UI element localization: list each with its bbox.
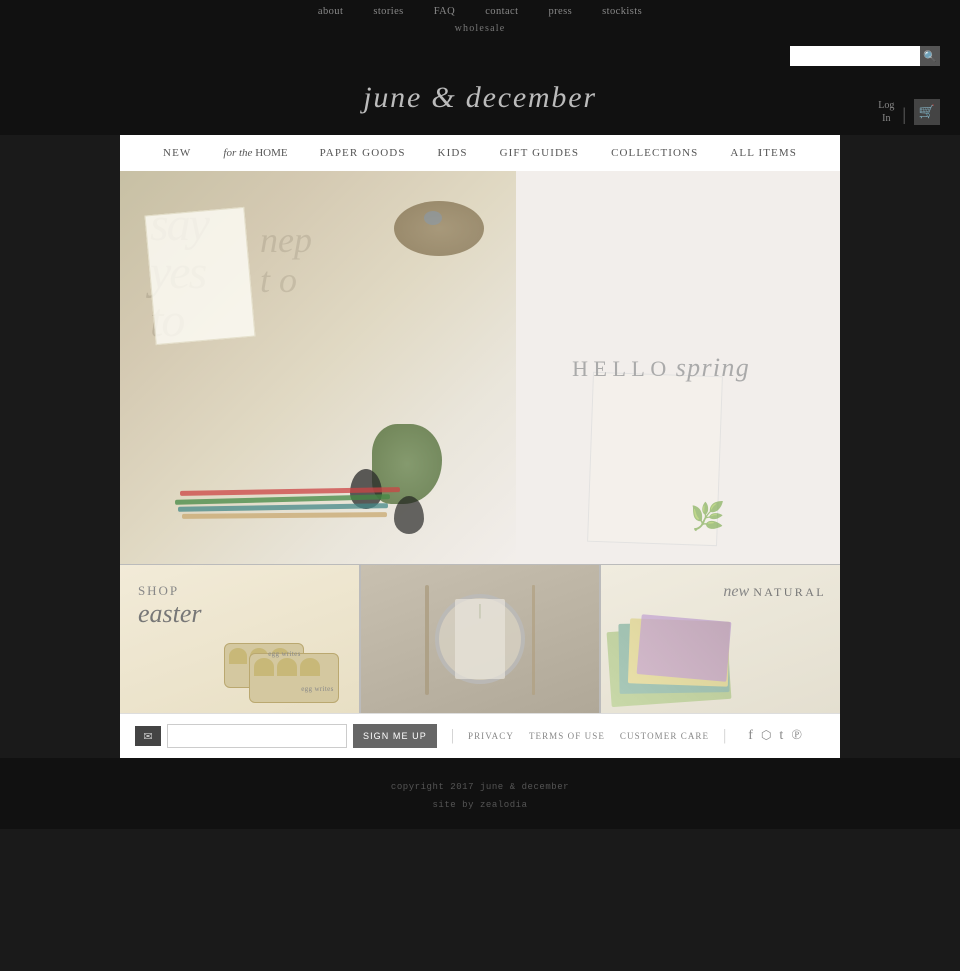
top-nav-faq[interactable]: FAQ (419, 6, 471, 17)
nav-new[interactable]: NEW (147, 147, 207, 159)
top-nav-about[interactable]: about (303, 6, 358, 17)
pinterest-icon[interactable]: ℗ (791, 728, 802, 744)
hero-wrapper: sayyesto nept o 🌿 HELLO spring (0, 171, 960, 564)
login-link[interactable]: LogIn (878, 99, 894, 125)
bird-nest-deco (394, 201, 484, 256)
facebook-icon[interactable]: f (748, 728, 753, 744)
cart-icon: 🛒 (919, 104, 935, 120)
egg-carton-2 (249, 653, 339, 703)
divider: | (902, 104, 906, 125)
nav-paper-goods[interactable]: PAPER GOODS (304, 147, 422, 159)
main-nav-wrapper: NEW for the HOME PAPER GOODS KIDS GIFT G… (0, 135, 960, 171)
shop-word: SHOP (138, 583, 202, 599)
easter-label: SHOP easter (138, 583, 202, 629)
top-nav-row: about stories FAQ contact press stockist… (0, 0, 960, 23)
nav-collections[interactable]: COLLECTIONS (595, 147, 714, 159)
easter-word: easter (138, 599, 202, 628)
calligraphy-deco2: nept o (260, 221, 312, 300)
herb-sprig: | (478, 602, 481, 620)
search-input[interactable] (790, 46, 920, 66)
fabric-4 (637, 614, 732, 682)
hero-banner[interactable]: sayyesto nept o 🌿 HELLO spring (120, 171, 840, 564)
signup-button[interactable]: SIGN ME UP (353, 724, 437, 748)
footer-bar: ✉ SIGN ME UP | PRIVACY TERMS OF USE CUST… (0, 713, 960, 758)
fern-deco: 🌿 (690, 499, 726, 534)
footer-divider-2: | (723, 727, 726, 745)
natural-word: NATURAL (753, 585, 826, 599)
top-header-bar: about stories FAQ contact press stockist… (0, 0, 960, 135)
envelope-symbol: ✉ (143, 730, 152, 743)
spring-word: spring (676, 353, 750, 382)
table-card[interactable]: | (361, 565, 602, 713)
email-icon: ✉ (135, 726, 161, 746)
site-title: june & december (363, 81, 597, 114)
cards-inner: SHOP easter (120, 564, 840, 713)
footer-privacy-link[interactable]: PRIVACY (468, 731, 514, 741)
top-nav-stockists[interactable]: stockists (587, 6, 657, 17)
cart-button[interactable]: 🛒 (914, 99, 940, 125)
footer-nav-links: PRIVACY TERMS OF USE CUSTOMER CARE (468, 731, 709, 741)
nav-gift-guides[interactable]: GIFT GUIDES (484, 147, 595, 159)
painted-egg-2 (394, 496, 424, 534)
search-row: 🔍 (0, 46, 960, 66)
egg-label-text: egg writes (268, 650, 300, 658)
wholesale-row: wholesale (0, 23, 960, 38)
footer-care-link[interactable]: CUSTOMER CARE (620, 731, 709, 741)
fabric-stack (609, 613, 832, 703)
page-container: about stories FAQ contact press stockist… (0, 0, 960, 829)
nav-all-items[interactable]: ALL ITEMS (714, 147, 813, 159)
egg-label-text2: egg writes (301, 685, 333, 693)
twitter-icon[interactable]: t (779, 728, 783, 744)
footer-divider: | (451, 727, 454, 745)
new-word: new (723, 583, 749, 600)
fork-deco (425, 585, 429, 695)
nav-kids[interactable]: KIDS (422, 147, 484, 159)
wholesale-link[interactable]: wholesale (455, 23, 506, 34)
footer-email-row: ✉ SIGN ME UP | PRIVACY TERMS OF USE CUST… (120, 713, 840, 758)
knife-deco (532, 585, 535, 695)
note-card (145, 207, 256, 345)
natural-card[interactable]: new NATURAL (601, 565, 840, 713)
header-login-cart: LogIn | 🛒 (878, 99, 940, 125)
search-button[interactable]: 🔍 (920, 46, 940, 66)
natural-label: new NATURAL (723, 583, 826, 601)
footer-terms-link[interactable]: TERMS OF USE (529, 731, 605, 741)
nest-egg (424, 211, 442, 225)
site-by-text: site by zealodia (0, 796, 960, 814)
copyright-text: copyright 2017 june & december (0, 778, 960, 796)
site-logo: june & december (0, 71, 960, 123)
easter-card[interactable]: SHOP easter (120, 565, 361, 713)
footer-copyright: copyright 2017 june & december site by z… (0, 758, 960, 829)
instagram-icon[interactable]: ⬡ (761, 728, 771, 744)
hello-word: HELLO (572, 356, 672, 381)
main-nav: NEW for the HOME PAPER GOODS KIDS GIFT G… (120, 135, 840, 171)
nav-home[interactable]: for the HOME (207, 147, 303, 159)
top-nav-contact[interactable]: contact (470, 6, 533, 17)
cards-wrapper: SHOP easter (0, 564, 960, 713)
email-input[interactable] (167, 724, 347, 748)
footer-social: f ⬡ t ℗ (748, 728, 802, 744)
hero-hello-text: HELLO spring (572, 353, 750, 383)
top-nav-stories[interactable]: stories (358, 6, 418, 17)
top-nav-press[interactable]: press (533, 6, 587, 17)
header-area: 🔍 june & december LogIn | 🛒 (0, 38, 960, 135)
